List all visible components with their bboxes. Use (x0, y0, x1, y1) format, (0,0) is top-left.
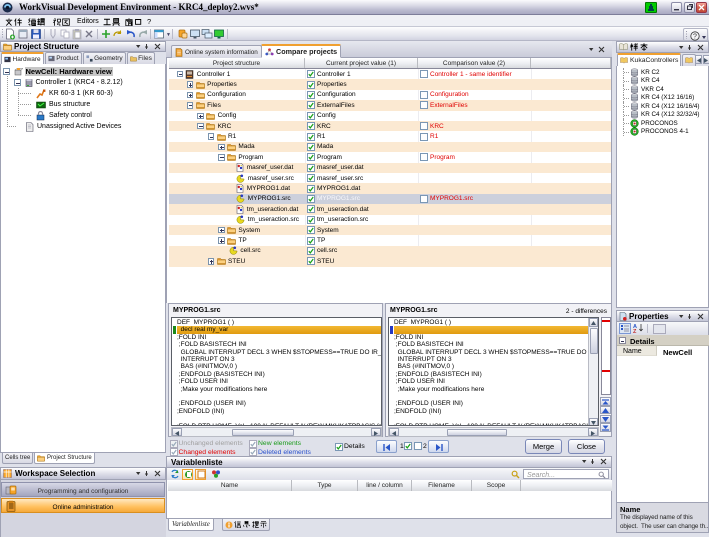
svg-text:?: ? (693, 33, 697, 40)
